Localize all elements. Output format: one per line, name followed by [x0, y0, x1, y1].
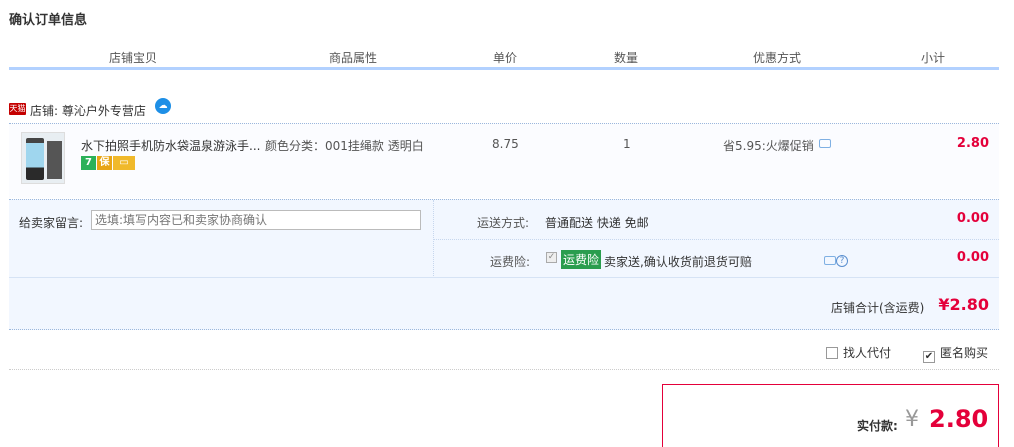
col-qty: 数量: [614, 51, 639, 65]
column-header: 店铺宝贝 商品属性 单价 数量 优惠方式 小计: [9, 46, 999, 70]
shipping-price: 0.00: [956, 211, 989, 226]
waterproof-bag-image: [26, 138, 44, 180]
package-card-image: [47, 141, 62, 179]
item-attributes: 颜色分类：001挂绳款 透明白: [265, 139, 424, 153]
anonymous-label: 匿名购买: [940, 346, 989, 360]
col-price: 单价: [493, 51, 518, 65]
chat-icon[interactable]: [824, 256, 836, 265]
seven-day-return-icon[interactable]: 7: [81, 156, 96, 170]
shipping-label: 运送方式:: [477, 216, 530, 230]
store-total-label: 店铺合计(含运费): [831, 301, 925, 315]
unit-price: 8.75: [492, 137, 519, 151]
shop-row: 天猫 店铺: 尊沁户外专营店 ☁: [9, 98, 999, 120]
help-icon[interactable]: ?: [836, 254, 848, 267]
insurance-tag: 运费险: [561, 250, 602, 269]
promo-chat-icon[interactable]: [819, 139, 831, 148]
service-icons: 7 保 ▭: [81, 156, 136, 170]
col-separator: [867, 65, 869, 67]
shipping-method[interactable]: 普通配送 快递 免邮: [545, 214, 649, 231]
proxy-pay-option[interactable]: 找人代付: [826, 344, 891, 361]
quantity: 1: [623, 137, 631, 151]
insurance-label: 运费险:: [490, 255, 531, 269]
anonymous-checkbox[interactable]: ✔: [923, 351, 935, 363]
col-separator: [685, 65, 687, 67]
insurance-checkbox[interactable]: ✓: [546, 252, 557, 263]
page-title: 确认订单信息: [9, 13, 88, 28]
col-attr: 商品属性: [329, 51, 378, 65]
store-total-row: 店铺合计(含运费) ¥2.80: [9, 277, 999, 330]
insurance-icons: ?: [824, 253, 848, 267]
insurance-description: 卖家送,确认收货前退货可赔: [604, 255, 752, 269]
payment-summary: 实付款: ¥ 2.80: [662, 384, 999, 447]
currency-symbol: ¥: [905, 407, 919, 432]
guarantee-icon[interactable]: 保: [97, 156, 112, 170]
credit-card-icon[interactable]: ▭: [113, 156, 135, 170]
anonymous-option[interactable]: ✔ 匿名购买: [923, 344, 988, 363]
col-separator: [263, 65, 265, 67]
tmall-badge: 天猫: [9, 103, 26, 115]
memo-label: 给卖家留言:: [19, 216, 84, 230]
promotion-text: 省5.95:火爆促销: [723, 139, 814, 153]
col-subtotal: 小计: [921, 51, 946, 65]
col-separator: [473, 65, 475, 67]
divider: [9, 369, 999, 370]
item-subtotal: 2.80: [956, 136, 989, 151]
wangwang-icon[interactable]: ☁: [155, 98, 171, 114]
proxy-pay-checkbox[interactable]: [826, 347, 838, 359]
col-item: 店铺宝贝: [109, 51, 158, 65]
store-total-value: ¥2.80: [938, 295, 989, 314]
col-promo: 优惠方式: [753, 51, 802, 65]
insurance-price: 0.00: [956, 250, 989, 265]
order-item-row: 水下拍照手机防水袋温泉游泳手... 颜色分类：001挂绳款 透明白 7 保 ▭ 8.…: [9, 123, 999, 198]
product-thumbnail[interactable]: [21, 132, 65, 184]
divider: [434, 239, 999, 240]
payment-amount: 2.80: [929, 405, 989, 433]
item-title-link[interactable]: 水下拍照手机防水袋温泉游泳手...: [81, 137, 260, 154]
order-extras: 给卖家留言: 运送方式: 普通配送 快递 免邮 0.00 运费险: ✓ 运费险 …: [9, 199, 999, 278]
proxy-pay-label: 找人代付: [843, 346, 892, 360]
col-separator: [571, 65, 573, 67]
shop-name[interactable]: 店铺: 尊沁户外专营店: [30, 102, 146, 119]
payment-label: 实付款:: [857, 419, 898, 433]
memo-input[interactable]: [91, 210, 421, 230]
